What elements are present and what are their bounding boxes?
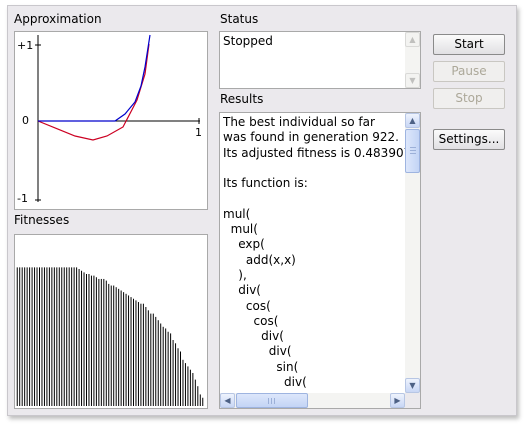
grip-line — [410, 150, 416, 151]
status-text: Stopped — [223, 34, 273, 48]
fitnesses-chart — [16, 267, 204, 406]
results-horizontal-scrollbar[interactable]: ◀ ▶ — [220, 393, 405, 408]
results-vertical-scrollbar[interactable]: ▲ ▼ — [405, 113, 420, 393]
fitnesses-label: Fitnesses — [14, 213, 70, 227]
arrow-down-icon[interactable]: ▼ — [405, 73, 420, 88]
y-tick-label-bottom: -1 — [17, 192, 28, 205]
grip-line — [410, 147, 416, 148]
y-tick-label-top: +1 — [17, 39, 34, 52]
app-window: Approximation +1 0 -1 1 Fitnesses Status… — [7, 5, 517, 416]
arrow-down-icon[interactable]: ▼ — [405, 378, 420, 393]
status-label: Status — [220, 12, 259, 26]
vertical-scroll-thumb[interactable] — [405, 129, 420, 173]
approximation-chart — [35, 34, 200, 202]
grip-line — [268, 398, 269, 404]
grip-line — [410, 153, 416, 154]
horizontal-scroll-thumb[interactable] — [236, 393, 308, 408]
settings-button[interactable]: Settings... — [433, 129, 505, 150]
grip-line — [274, 398, 275, 404]
y-tick-label-zero: 0 — [22, 114, 29, 127]
pause-button[interactable]: Pause — [433, 61, 505, 82]
fitnesses-plot — [14, 234, 208, 409]
grip-line — [271, 398, 272, 404]
arrow-up-icon[interactable]: ▲ — [405, 32, 420, 47]
scroll-corner — [405, 393, 420, 408]
approximation-plot: +1 0 -1 1 — [14, 31, 208, 210]
series-red-line — [37, 43, 150, 141]
results-textarea[interactable]: The best individual so far was found in … — [219, 112, 421, 409]
x-tick-label-right: 1 — [195, 126, 202, 139]
results-text: The best individual so far was found in … — [223, 115, 419, 390]
stop-button[interactable]: Stop — [433, 88, 505, 109]
arrow-up-icon[interactable]: ▲ — [405, 113, 420, 128]
status-textarea[interactable]: Stopped ▲ ▼ — [219, 31, 421, 89]
arrow-left-icon[interactable]: ◀ — [220, 393, 235, 408]
approximation-label: Approximation — [14, 12, 102, 26]
arrow-right-icon[interactable]: ▶ — [390, 393, 405, 408]
results-label: Results — [220, 92, 264, 106]
status-scrollbar[interactable]: ▲ ▼ — [405, 32, 420, 88]
start-button[interactable]: Start — [433, 34, 505, 55]
